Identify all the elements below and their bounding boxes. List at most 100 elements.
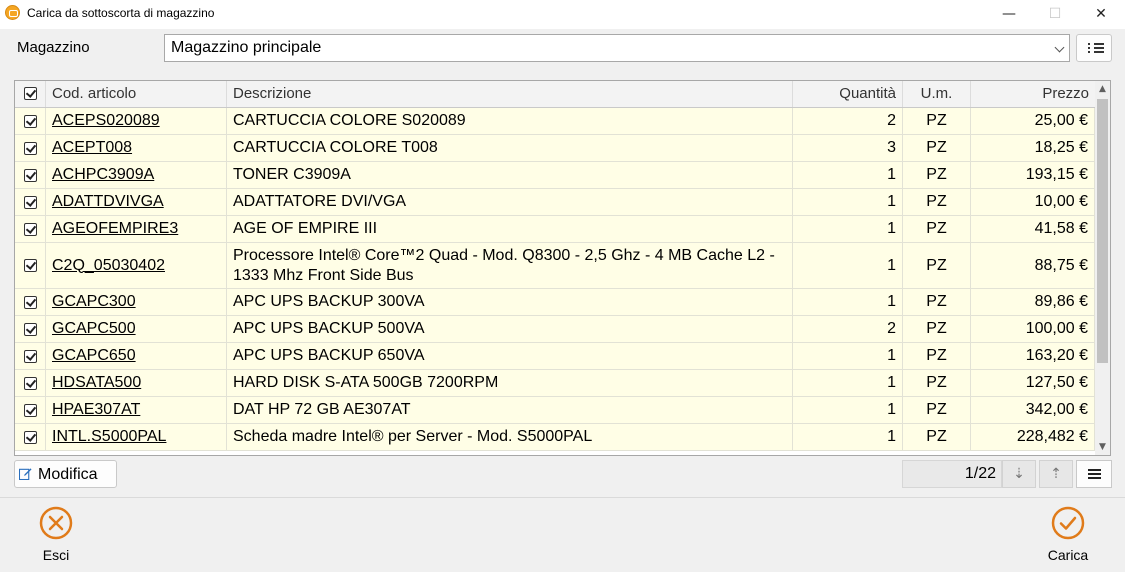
cell-quantity: 3 — [793, 135, 903, 161]
cell-description: ADATTATORE DVI/VGA — [227, 189, 793, 215]
cell-unit: PZ — [903, 424, 971, 450]
cell-price: 127,50 € — [971, 370, 1095, 396]
row-checkbox[interactable] — [23, 295, 37, 309]
cell-quantity: 2 — [793, 108, 903, 134]
cell-price-text: 342,00 € — [1025, 401, 1088, 418]
select-all-cell — [15, 81, 46, 107]
cell-description-text: DAT HP 72 GB AE307AT — [233, 401, 411, 418]
table-row[interactable]: ACEPT008 CARTUCCIA COLORE T008 3 PZ 18,25 € — [15, 135, 1095, 162]
item-code-link[interactable]: ACHPC3909A — [52, 166, 154, 184]
header-code[interactable]: Cod. articolo — [46, 81, 227, 107]
table-row[interactable]: C2Q_05030402 Processore Intel® Core™2 Qua… — [15, 243, 1095, 289]
cell-unit-text: PZ — [926, 193, 947, 210]
row-checkbox[interactable] — [23, 259, 37, 272]
close-button[interactable]: ✕ — [1078, 0, 1124, 29]
item-code-link[interactable]: HPAE307AT — [52, 401, 140, 419]
cell-unit-text: PZ — [926, 112, 947, 129]
warehouse-label: Magazzino — [17, 39, 90, 56]
cell-description: CARTUCCIA COLORE T008 — [227, 135, 793, 161]
scroll-down-icon[interactable]: ▼ — [1095, 439, 1110, 455]
table-row[interactable]: ACHPC3909A TONER C3909A 1 PZ 193,15 € — [15, 162, 1095, 189]
cell-price-text: 127,50 € — [1025, 374, 1088, 391]
arrow-up-icon[interactable]: ⇡ — [1039, 460, 1073, 488]
cell-price-text: 10,00 € — [1034, 193, 1088, 210]
item-code-link[interactable]: ACEPT008 — [52, 139, 132, 157]
cell-price-text: 228,482 € — [1016, 428, 1088, 445]
row-checkbox[interactable] — [23, 403, 37, 417]
edit-button[interactable]: Modifica — [14, 460, 117, 488]
warehouse-select[interactable]: Magazzino principale — [164, 34, 1070, 62]
cell-quantity-text: 2 — [887, 320, 896, 337]
title-bar: Carica da sottoscorta di magazzino — ☐ ✕ — [0, 0, 1125, 29]
row-checkbox[interactable] — [23, 322, 37, 336]
minimize-button[interactable]: — — [986, 0, 1032, 29]
cell-code: ACEPS020089 — [46, 108, 227, 134]
row-checkbox[interactable] — [23, 430, 37, 444]
row-checkbox[interactable] — [23, 168, 37, 182]
row-checkbox-cell — [15, 243, 46, 288]
cell-quantity: 1 — [793, 397, 903, 423]
header-unit[interactable]: U.m. — [903, 81, 971, 107]
list-icon-line — [1094, 43, 1104, 45]
table-row[interactable]: INTL.S5000PAL Scheda madre Intel® per Ser… — [15, 424, 1095, 451]
item-code-link[interactable]: ADATTDVIVGA — [52, 193, 164, 211]
cell-unit-text: PZ — [926, 293, 947, 310]
scroll-up-icon[interactable]: ▲ — [1095, 81, 1110, 97]
chevron-down-icon — [1054, 42, 1065, 53]
item-code-link[interactable]: ACEPS020089 — [52, 112, 160, 130]
cell-price: 25,00 € — [971, 108, 1095, 134]
scrollbar-thumb[interactable] — [1097, 99, 1108, 363]
cell-price: 18,25 € — [971, 135, 1095, 161]
row-checkbox[interactable] — [23, 349, 37, 363]
row-checkbox-cell — [15, 216, 46, 242]
row-checkbox[interactable] — [23, 222, 37, 236]
exit-button[interactable]: Esci — [21, 505, 91, 565]
app-logo-icon — [5, 5, 20, 20]
item-code-link[interactable]: GCAPC650 — [52, 347, 136, 365]
header-description[interactable]: Descrizione — [227, 81, 793, 107]
cell-price-text: 89,86 € — [1034, 293, 1088, 310]
row-checkbox[interactable] — [23, 376, 37, 390]
header-price[interactable]: Prezzo — [971, 81, 1095, 107]
table-row[interactable]: HPAE307AT DAT HP 72 GB AE307AT 1 PZ 342,00 € — [15, 397, 1095, 424]
cell-description-text: CARTUCCIA COLORE T008 — [233, 139, 438, 156]
table-row[interactable]: AGEOFEMPIRE3 AGE OF EMPIRE III 1 PZ 41,58 € — [15, 216, 1095, 243]
item-code-link[interactable]: GCAPC500 — [52, 320, 136, 338]
item-code-link[interactable]: INTL.S5000PAL — [52, 428, 166, 446]
table-row[interactable]: GCAPC650 APC UPS BACKUP 650VA 1 PZ 163,20 € — [15, 343, 1095, 370]
row-checkbox[interactable] — [23, 141, 37, 155]
cell-unit: PZ — [903, 108, 971, 134]
table-row[interactable]: ADATTDVIVGA ADATTATORE DVI/VGA 1 PZ 10,00 € — [15, 189, 1095, 216]
cell-price: 88,75 € — [971, 243, 1095, 288]
row-checkbox-cell — [15, 370, 46, 396]
item-code-link[interactable]: HDSATA500 — [52, 374, 141, 392]
arrow-down-icon[interactable]: ⇣ — [1002, 460, 1036, 488]
cell-unit: PZ — [903, 289, 971, 315]
cell-price: 342,00 € — [971, 397, 1095, 423]
table-row[interactable]: ACEPS020089 CARTUCCIA COLORE S020089 2 PZ 25… — [15, 108, 1095, 135]
cell-price-text: 193,15 € — [1025, 166, 1088, 183]
cell-price-text: 41,58 € — [1034, 220, 1088, 237]
item-code-link[interactable]: GCAPC300 — [52, 293, 136, 311]
table-row[interactable]: GCAPC500 APC UPS BACKUP 500VA 2 PZ 100,00 € — [15, 316, 1095, 343]
row-checkbox[interactable] — [23, 195, 37, 209]
header-quantity[interactable]: Quantità — [793, 81, 903, 107]
cell-unit-text: PZ — [926, 347, 947, 364]
vertical-scrollbar[interactable]: ▲ ▼ — [1095, 81, 1110, 455]
cell-description: APC UPS BACKUP 300VA — [227, 289, 793, 315]
warehouse-list-button[interactable] — [1076, 34, 1112, 62]
row-checkbox[interactable] — [23, 114, 37, 128]
cell-code: GCAPC300 — [46, 289, 227, 315]
cell-description-text: APC UPS BACKUP 500VA — [233, 320, 425, 337]
cell-code: ADATTDVIVGA — [46, 189, 227, 215]
load-button[interactable]: Carica — [1033, 505, 1103, 565]
select-all-checkbox[interactable] — [24, 87, 37, 100]
cell-price: 10,00 € — [971, 189, 1095, 215]
item-code-link[interactable]: AGEOFEMPIRE3 — [52, 220, 178, 238]
table-row[interactable]: GCAPC300 APC UPS BACKUP 300VA 1 PZ 89,86 € — [15, 289, 1095, 316]
table-row[interactable]: HDSATA500 HARD DISK S-ATA 500GB 7200RPM 1 P… — [15, 370, 1095, 397]
item-code-link[interactable]: C2Q_05030402 — [52, 257, 165, 275]
cell-unit-text: PZ — [926, 428, 947, 445]
grid-menu-button[interactable] — [1076, 460, 1112, 488]
cell-unit-text: PZ — [926, 320, 947, 337]
